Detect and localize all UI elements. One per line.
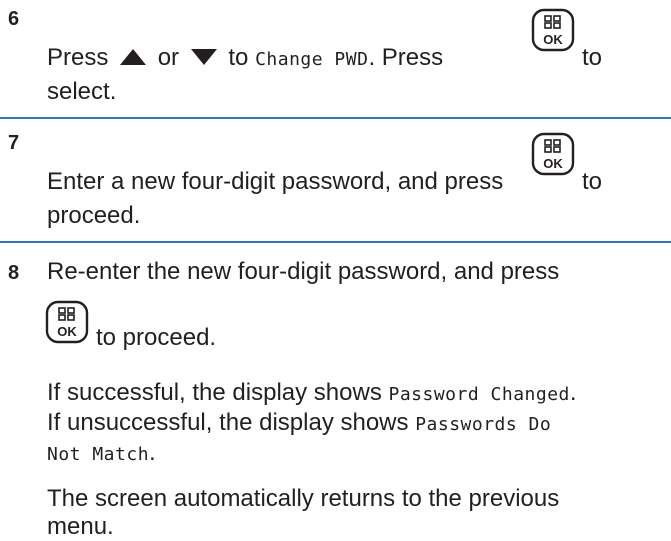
step-text: to bbox=[582, 44, 603, 71]
step-6-line-1: Press or to Change PWD. Press bbox=[47, 44, 443, 74]
step-number: 8 bbox=[8, 262, 20, 284]
up-arrow-icon bbox=[120, 49, 147, 65]
step-divider bbox=[0, 117, 671, 119]
step-text: If successful, the display shows bbox=[47, 379, 382, 406]
result-line-1: If successful, the display shows Passwor… bbox=[47, 379, 577, 409]
down-arrow-icon bbox=[190, 49, 217, 65]
step-text: proceed. bbox=[47, 202, 141, 229]
step-text: Re-enter the new four-digit password, an… bbox=[47, 258, 560, 285]
display-text: Passwords Do bbox=[415, 414, 552, 435]
menu-ok-key-icon: OK bbox=[45, 300, 89, 344]
ok-key-label: OK bbox=[543, 156, 563, 171]
result-line-3: Not Match. bbox=[47, 439, 156, 469]
step-number: 6 bbox=[8, 8, 20, 30]
step-text: The screen automatically returns to the … bbox=[47, 485, 560, 512]
step-text: Press bbox=[47, 44, 109, 71]
menu-ok-key-icon: OK bbox=[531, 132, 575, 176]
step-text: menu. bbox=[47, 513, 114, 540]
step-text: select. bbox=[47, 78, 117, 105]
step-text: or bbox=[157, 44, 180, 71]
display-text: Password Changed bbox=[388, 384, 570, 405]
step-text: Enter a new four-digit password, and pre… bbox=[47, 168, 504, 195]
result-line-2: If unsuccessful, the display shows Passw… bbox=[47, 409, 551, 439]
step-text: to proceed. bbox=[96, 324, 217, 351]
display-text: Not Match bbox=[47, 444, 150, 465]
step-number: 7 bbox=[8, 132, 20, 154]
step-text: to bbox=[582, 168, 603, 195]
ok-key-label: OK bbox=[57, 324, 77, 339]
step-text: . bbox=[149, 439, 156, 466]
menu-ok-key-icon: OK bbox=[531, 8, 575, 52]
step-text: to bbox=[228, 44, 249, 71]
display-text: Change PWD bbox=[255, 49, 369, 70]
step-text: . Press bbox=[368, 44, 444, 71]
ok-key-label: OK bbox=[543, 32, 563, 47]
step-text: If unsuccessful, the display shows bbox=[47, 409, 409, 436]
step-divider bbox=[0, 241, 671, 243]
step-text: . bbox=[569, 379, 577, 406]
